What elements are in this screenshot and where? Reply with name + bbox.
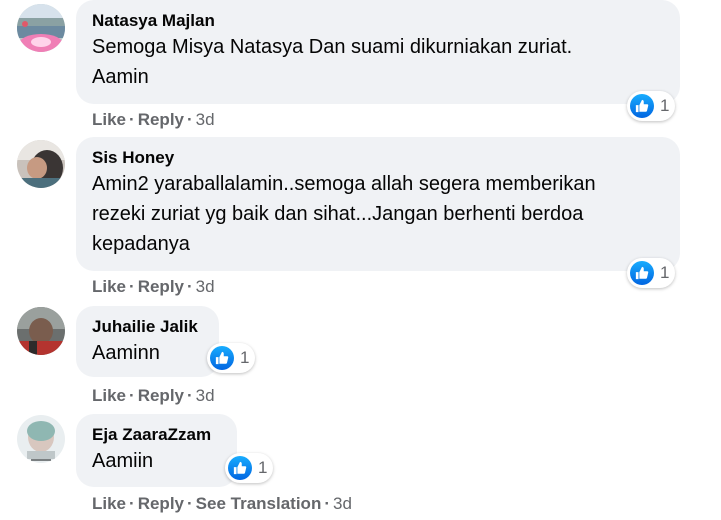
comment-author[interactable]: Natasya Majlan xyxy=(92,10,666,32)
separator: · xyxy=(129,110,135,129)
like-reaction-icon xyxy=(630,94,654,118)
comment-text: Semoga Misya Natasya Dan suami dikurniak… xyxy=(92,36,573,88)
comment-timestamp[interactable]: 3d xyxy=(196,386,215,405)
avatar[interactable] xyxy=(17,415,65,463)
like-link[interactable]: Like xyxy=(92,494,126,513)
like-link[interactable]: Like xyxy=(92,110,126,129)
reply-link[interactable]: Reply xyxy=(138,110,184,129)
comment-bubble: Eja ZaaraZzam Aamiin xyxy=(76,414,237,487)
comment-text: Aaminn xyxy=(92,342,160,364)
separator: · xyxy=(187,277,193,296)
like-link[interactable]: Like xyxy=(92,277,126,296)
reaction-summary[interactable]: 1 xyxy=(627,258,676,288)
see-translation-link[interactable]: See Translation xyxy=(196,494,322,513)
like-reaction-icon xyxy=(210,346,234,370)
reaction-summary[interactable]: 1 xyxy=(225,453,274,483)
like-reaction-icon xyxy=(630,261,654,285)
comment-timestamp[interactable]: 3d xyxy=(196,277,215,296)
comment-actions: Like · Reply · 3d xyxy=(92,277,215,297)
reaction-count: 1 xyxy=(240,348,250,367)
comment-text: Aamiin xyxy=(92,450,154,472)
reaction-summary[interactable]: 1 xyxy=(627,91,676,121)
comment-timestamp[interactable]: 3d xyxy=(196,110,215,129)
reply-link[interactable]: Reply xyxy=(138,386,184,405)
comment-actions: Like · Reply · See Translation · 3d xyxy=(92,494,352,514)
comment-text: Amin2 yaraballalamin..semoga allah seger… xyxy=(92,173,596,255)
like-reaction-icon xyxy=(228,456,252,480)
avatar[interactable] xyxy=(17,4,65,52)
like-link[interactable]: Like xyxy=(92,386,126,405)
separator: · xyxy=(187,494,193,513)
separator: · xyxy=(324,494,331,513)
avatar[interactable] xyxy=(17,140,65,188)
reply-link[interactable]: Reply xyxy=(138,277,184,296)
separator: · xyxy=(129,494,135,513)
comment-author[interactable]: Sis Honey xyxy=(92,147,666,169)
avatar[interactable] xyxy=(17,307,65,355)
comment-actions: Like · Reply · 3d xyxy=(92,386,215,406)
comment-author[interactable]: Juhailie Jalik xyxy=(92,316,205,338)
comment-bubble: Natasya Majlan Semoga Misya Natasya Dan … xyxy=(76,0,680,104)
reaction-summary[interactable]: 1 xyxy=(207,343,256,373)
comment-bubble: Sis Honey Amin2 yaraballalamin..semoga a… xyxy=(76,137,680,271)
separator: · xyxy=(129,386,135,405)
comment-timestamp[interactable]: 3d xyxy=(333,494,352,513)
reaction-count: 1 xyxy=(258,458,268,477)
separator: · xyxy=(129,277,135,296)
comment-actions: Like · Reply · 3d xyxy=(92,110,215,130)
separator: · xyxy=(187,110,193,129)
separator: · xyxy=(187,386,193,405)
comment-bubble: Juhailie Jalik Aaminn xyxy=(76,306,219,377)
reply-link[interactable]: Reply xyxy=(138,494,184,513)
reaction-count: 1 xyxy=(660,263,670,282)
comment-author[interactable]: Eja ZaaraZzam xyxy=(92,424,223,446)
reaction-count: 1 xyxy=(660,96,670,115)
